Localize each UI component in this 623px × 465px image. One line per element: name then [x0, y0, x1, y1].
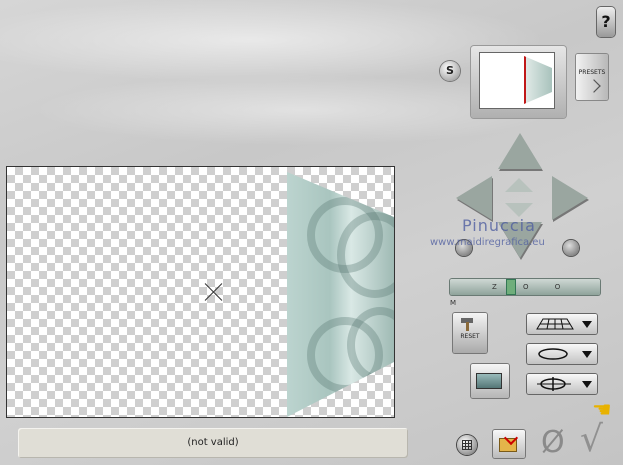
save-preset-button[interactable]	[493, 430, 525, 458]
cancel-button[interactable]: Ø	[541, 428, 565, 458]
grid-button[interactable]	[457, 435, 477, 455]
watermark-url: www.maidiregrafica.eu	[430, 237, 545, 248]
zoom-slider[interactable]: Z O O M	[450, 279, 600, 307]
chevron-down-icon	[582, 381, 592, 388]
move-up-arrow-icon[interactable]	[498, 133, 542, 169]
reset-label: RESET	[460, 333, 480, 340]
move-left-arrow-icon[interactable]	[456, 176, 492, 220]
help-label: ?	[601, 12, 611, 31]
floor-grid-icon	[536, 318, 574, 330]
background-image-button[interactable]	[471, 364, 509, 398]
orbit-mode-dropdown[interactable]	[527, 344, 597, 364]
ok-button[interactable]: √	[580, 422, 603, 458]
thumbnail-plane-icon	[524, 56, 552, 104]
center-crosshair-icon	[205, 283, 223, 301]
move-right-arrow-icon[interactable]	[552, 176, 588, 220]
zoom-slider-thumb[interactable]	[507, 280, 515, 294]
image-icon	[477, 374, 501, 388]
rotate-right-button[interactable]	[563, 240, 579, 256]
chevron-down-icon	[582, 321, 592, 328]
hammer-icon	[461, 318, 473, 331]
chevron-right-icon	[587, 79, 601, 93]
move-forward-arrow-icon[interactable]	[505, 178, 533, 192]
reset-button[interactable]: RESET	[453, 313, 487, 353]
help-button[interactable]: ?	[597, 7, 615, 37]
status-bar: (not valid)	[18, 428, 408, 458]
thumbnail-frame	[480, 53, 554, 108]
chevron-down-icon	[582, 351, 592, 358]
rotation-axis-dropdown[interactable]	[527, 374, 597, 394]
shadow-toggle-button[interactable]: S	[440, 61, 460, 81]
shadow-label: S	[446, 64, 454, 77]
floor-grid-dropdown[interactable]	[527, 314, 597, 334]
move-back-arrow-icon[interactable]	[505, 203, 533, 217]
orbit-icon	[538, 348, 568, 360]
presets-label: PRESETS	[578, 69, 606, 76]
rendered-plane	[287, 172, 394, 417]
presets-button[interactable]: PRESETS	[576, 54, 608, 100]
preview-canvas[interactable]	[6, 166, 395, 418]
watermark-name: Pinuccia	[462, 216, 536, 235]
status-text: (not valid)	[187, 437, 239, 448]
rotation-axis-icon	[537, 377, 571, 391]
preview-thumbnail[interactable]	[471, 46, 566, 118]
